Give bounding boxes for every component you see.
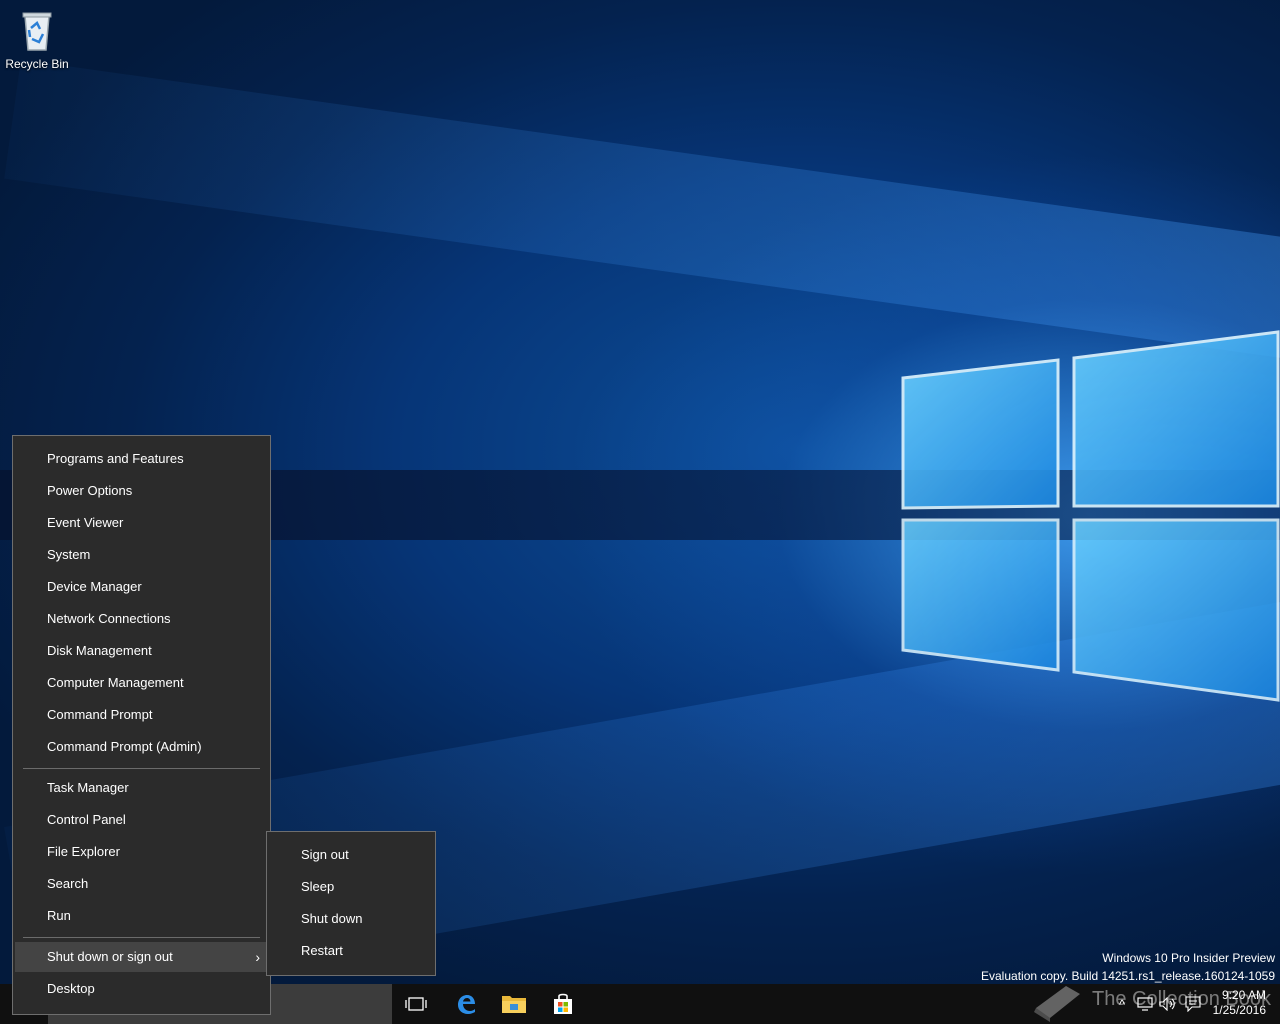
recycle-bin-shortcut[interactable]: Recycle Bin [4,8,70,71]
menu-separator [23,937,260,938]
chevron-right-icon: › [255,949,260,965]
power-user-menu: Programs and Features Power Options Even… [12,435,271,1015]
menu-item-power-options[interactable]: Power Options [15,476,268,506]
menu-item-computer-management[interactable]: Computer Management [15,668,268,698]
store-button[interactable] [539,984,587,1024]
windows-logo-wallpaper [901,330,1280,702]
menu-item-desktop[interactable]: Desktop [15,974,268,1004]
menu-item-disk-management[interactable]: Disk Management [15,636,268,666]
edge-icon [458,995,475,1014]
shut-down-submenu: Sign out Sleep Shut down Restart [266,831,436,976]
light-beam [4,59,1280,360]
menu-item-event-viewer[interactable]: Event Viewer [15,508,268,538]
taskbar-clock[interactable]: 9:20 AM 1/25/2016 [1213,988,1266,1018]
menu-item-system[interactable]: System [15,540,268,570]
book-icon [1034,986,1080,1022]
menu-item-file-explorer[interactable]: File Explorer [15,837,268,867]
menu-item-network-connections[interactable]: Network Connections [15,604,268,634]
menu-separator [23,768,260,769]
store-icon [554,993,572,1014]
clock-time: 9:20 AM [1221,988,1266,1002]
recycle-bin-label: Recycle Bin [5,57,69,71]
watermark-line-1: Windows 10 Pro Insider Preview [1102,951,1275,965]
file-explorer-button[interactable] [490,984,538,1024]
submenu-item-shut-down[interactable]: Shut down [269,904,433,934]
submenu-item-sign-out[interactable]: Sign out [269,840,433,870]
clock-date: 1/25/2016 [1212,1003,1266,1017]
menu-item-shut-down-or-sign-out[interactable]: Shut down or sign out › [15,942,268,972]
menu-item-search[interactable]: Search [15,869,268,899]
menu-item-control-panel[interactable]: Control Panel [15,805,268,835]
menu-item-label: Shut down or sign out [47,949,173,964]
menu-item-task-manager[interactable]: Task Manager [15,773,268,803]
menu-item-command-prompt-admin[interactable]: Command Prompt (Admin) [15,732,268,762]
menu-item-run[interactable]: Run [15,901,268,931]
edge-button[interactable] [442,984,490,1024]
file-explorer-icon [502,996,526,1013]
submenu-item-sleep[interactable]: Sleep [269,872,433,902]
menu-item-device-manager[interactable]: Device Manager [15,572,268,602]
task-view-button[interactable] [392,984,440,1024]
menu-item-command-prompt[interactable]: Command Prompt [15,700,268,730]
task-view-icon [405,997,427,1011]
submenu-item-restart[interactable]: Restart [269,936,433,966]
menu-item-programs-and-features[interactable]: Programs and Features [15,444,268,474]
recycle-bin-icon [22,12,52,51]
